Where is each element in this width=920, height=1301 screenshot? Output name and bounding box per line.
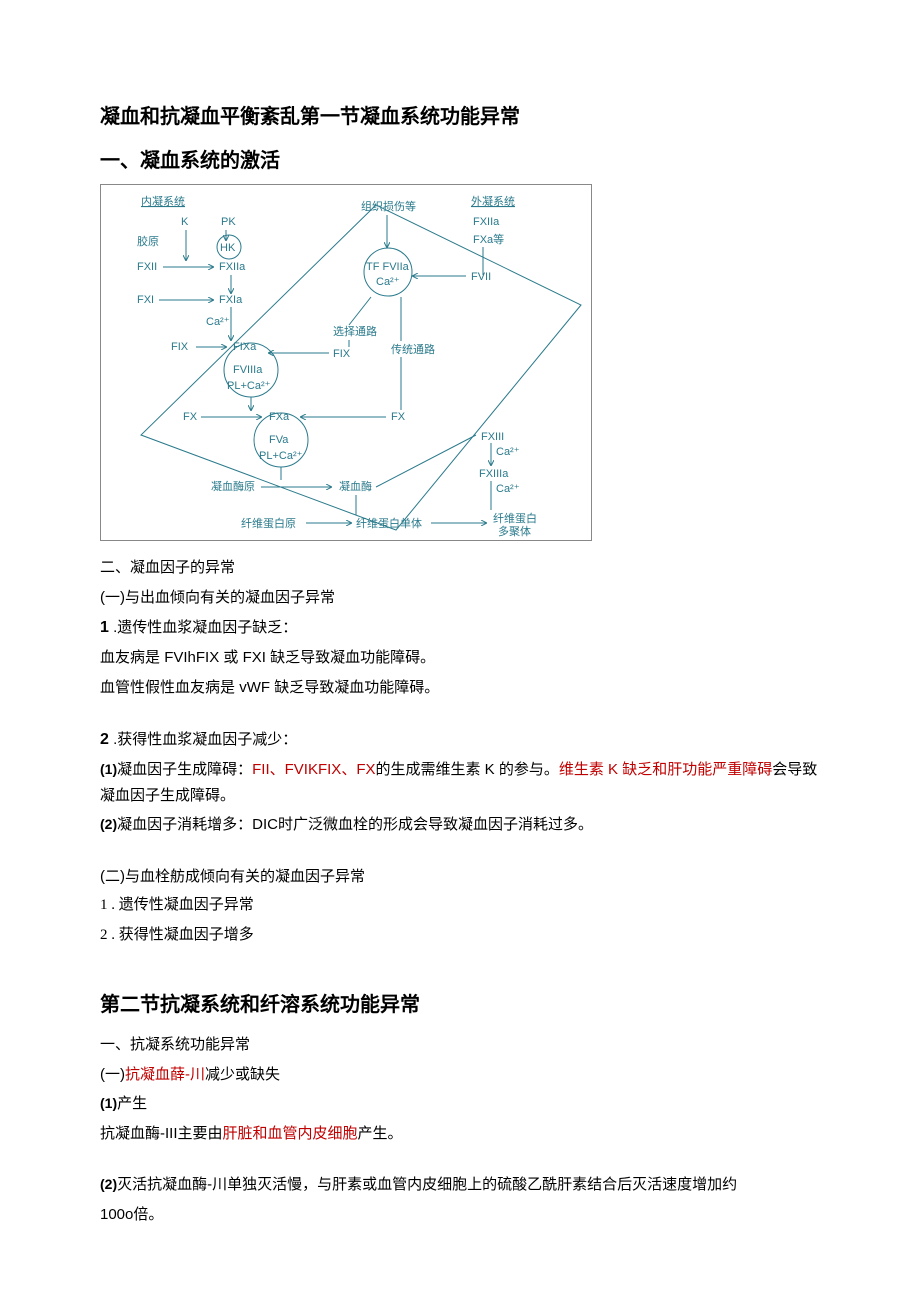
s2-heading-a: 一、抗凝系统功能异常 <box>100 1032 820 1058</box>
svg-text:传统通路: 传统通路 <box>391 343 435 356</box>
main-title: 凝血和抗凝血平衡紊乱第一节凝血系统功能异常 <box>100 100 820 134</box>
svg-text:PL+Ca²⁺: PL+Ca²⁺ <box>227 380 271 392</box>
s2-2: (2)灭活抗凝血酶-川单独灭活慢，与肝素或血管内皮细胞上的硫酸乙酰肝素结合后灭活… <box>100 1172 820 1198</box>
svg-text:FIX: FIX <box>171 341 189 353</box>
svg-text:K: K <box>181 216 189 228</box>
item-1: 1 .遗传性血浆凝血因子缺乏： <box>100 614 820 641</box>
svg-text:纤维蛋白原: 纤维蛋白原 <box>241 516 296 530</box>
sub-b: (二)与血栓舫成倾向有关的凝血因子异常 <box>100 864 820 890</box>
svg-text:PK: PK <box>221 216 236 228</box>
svg-text:Ca²⁺: Ca²⁺ <box>206 316 230 328</box>
svg-text:FXIIIa: FXIIIa <box>479 468 509 480</box>
svg-text:纤维蛋白: 纤维蛋白 <box>493 511 537 525</box>
svg-text:Ca²⁺: Ca²⁺ <box>496 483 520 495</box>
vwf-line: 血管性假性血友病是 vWF 缺乏导致凝血功能障碍。 <box>100 675 820 701</box>
svg-text:FXa等: FXa等 <box>473 232 504 246</box>
hemophilia-line: 血友病是 FVIhFIX 或 FXI 缺乏导致凝血功能障碍。 <box>100 645 820 671</box>
svg-text:凝血酶: 凝血酶 <box>339 479 372 493</box>
label-tissue-injury: 组织损伤等 <box>361 199 416 213</box>
svg-text:多聚体: 多聚体 <box>498 524 531 538</box>
svg-text:FXI: FXI <box>137 294 154 306</box>
svg-text:Ca²⁺: Ca²⁺ <box>376 276 400 288</box>
svg-text:FXIa: FXIa <box>219 294 243 306</box>
svg-text:TF FVIIa: TF FVIIa <box>366 261 410 273</box>
diagram-svg: 内凝系统 组织损伤等 外凝系统 K PK 胶原 HK FXII FXIIa FX… <box>101 185 591 540</box>
item-2-p1: (1)凝血因子生成障碍：FII、FVIKFIX、FX的生成需维生素 K 的参与。… <box>100 757 820 808</box>
label-intrinsic: 内凝系统 <box>141 194 185 208</box>
svg-text:FXII: FXII <box>137 261 157 273</box>
document-page: 凝血和抗凝血平衡紊乱第一节凝血系统功能异常 一、凝血系统的激活 内凝系统 组织损… <box>0 0 920 1301</box>
section-2-title: 第二节抗凝系统和纤溶系统功能异常 <box>100 988 820 1022</box>
s2-2-line2: 100o倍。 <box>100 1202 820 1228</box>
item-2-p2: (2)凝血因子消耗增多：DIC时广泛微血栓的形成会导致凝血因子消耗过多。 <box>100 812 820 838</box>
svg-text:凝血酶原: 凝血酶原 <box>211 479 255 493</box>
coagulation-diagram: 内凝系统 组织损伤等 外凝系统 K PK 胶原 HK FXII FXIIa FX… <box>100 184 592 541</box>
svg-text:FVII: FVII <box>471 271 491 283</box>
svg-text:选择通路: 选择通路 <box>333 324 377 338</box>
s2-1-produce: (1)产生 <box>100 1091 820 1117</box>
s2-sub-1: (一)抗凝血薛-川减少或缺失 <box>100 1062 820 1088</box>
svg-text:FVa: FVa <box>269 434 289 446</box>
subheading-activation: 一、凝血系统的激活 <box>100 144 820 178</box>
svg-text:FIX: FIX <box>333 348 351 360</box>
svg-text:Ca²⁺: Ca²⁺ <box>496 446 520 458</box>
label-extrinsic: 外凝系统 <box>471 194 515 208</box>
sub-a: (一)与出血倾向有关的凝血因子异常 <box>100 585 820 611</box>
svg-text:FX: FX <box>183 411 198 423</box>
svg-text:FXIIa: FXIIa <box>473 216 500 228</box>
svg-text:FXIIa: FXIIa <box>219 261 246 273</box>
svg-text:FVIIIa: FVIIIa <box>233 364 263 376</box>
sub-b-1: 1 . 遗传性凝血因子异常 <box>100 893 820 919</box>
svg-text:胶原: 胶原 <box>137 234 159 248</box>
svg-text:FX: FX <box>391 411 406 423</box>
svg-text:PL+Ca²⁺: PL+Ca²⁺ <box>259 450 303 462</box>
heading-factor-abnormal: 二、凝血因子的异常 <box>100 555 820 581</box>
item-2: 2 .获得性血浆凝血因子减少： <box>100 726 820 753</box>
sub-b-2: 2 . 获得性凝血因子增多 <box>100 923 820 949</box>
svg-text:纤维蛋白单体: 纤维蛋白单体 <box>356 516 422 530</box>
svg-text:FXIII: FXIII <box>481 431 504 443</box>
svg-text:HK: HK <box>220 242 236 254</box>
s2-1-text: 抗凝血酶-III主要由肝脏和血管内皮细胞产生。 <box>100 1121 820 1147</box>
